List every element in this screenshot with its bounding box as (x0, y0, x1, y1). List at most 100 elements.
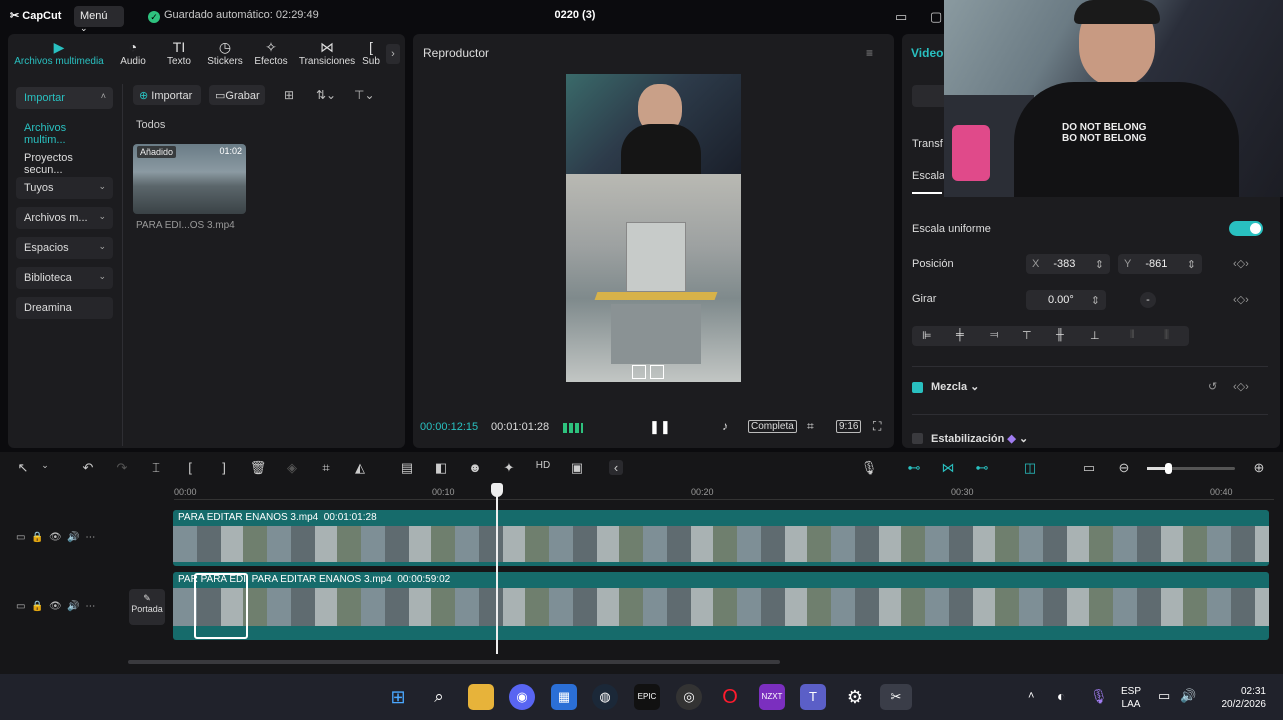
chevron-down-icon[interactable]: ⌄ (36, 460, 54, 471)
discord-icon[interactable]: ◉ (509, 684, 535, 710)
selected-clip-outline[interactable] (194, 573, 248, 639)
preview-axis-icon[interactable]: ◫ (1021, 460, 1039, 476)
aspect-button[interactable]: 9:16 (836, 420, 862, 433)
store-icon[interactable]: ▦ (551, 684, 577, 710)
more-icon[interactable]: ⋯ (85, 532, 95, 543)
grid-view-icon[interactable]: ⊞ (284, 88, 294, 102)
snap-icon[interactable]: ⊷ (973, 460, 991, 476)
tab-subtitles[interactable]: [Sub (360, 38, 382, 67)
teams-icon[interactable]: T (800, 684, 826, 710)
tab-media[interactable]: ▶ Archivos multimedia (8, 38, 110, 67)
speaker-icon[interactable]: 🔊 (67, 532, 79, 543)
sidebar-item-files[interactable]: Archivos m... ⌄ (16, 207, 113, 229)
volume-icon[interactable]: 🔊 (1180, 688, 1196, 704)
pause-icon[interactable]: ❚❚ (649, 419, 671, 435)
trim-left-icon[interactable]: [ (181, 460, 199, 475)
chevron-right-icon[interactable]: › (386, 44, 400, 64)
align-center-v-icon[interactable]: ╫ (1056, 329, 1064, 341)
clock[interactable]: 02:31 20/2/2026 (1212, 685, 1267, 711)
caption-icon[interactable]: ▭ (1080, 460, 1098, 476)
shield-icon[interactable]: ◈ (283, 460, 301, 476)
rotate-dial-icon[interactable]: - (1140, 292, 1156, 308)
align-right-icon[interactable]: ⫤ (990, 329, 998, 342)
person-icon[interactable]: ☻ (466, 460, 484, 475)
blend-label[interactable]: Mezcla ⌄ (931, 380, 979, 393)
layout-icon[interactable]: ▭ (895, 9, 907, 25)
timeline-clip-1[interactable]: PARA EDITAR ENANOS 3.mp4 00:01:01:28 (173, 510, 1269, 566)
eye-icon[interactable]: 👁 (49, 601, 62, 612)
sidebar-item-media-files[interactable]: Archivos multim... (16, 117, 113, 146)
redo-icon[interactable]: ↷ (113, 460, 131, 476)
freeze-icon[interactable]: ▤ (398, 460, 416, 476)
hamburger-icon[interactable]: ≡ (866, 46, 873, 60)
split-icon[interactable]: ⌶ (147, 460, 165, 476)
timeline-scrollbar[interactable] (128, 660, 780, 664)
hd-icon[interactable]: HD (534, 460, 552, 471)
tab-stickers[interactable]: ◷ Stickers (202, 38, 248, 67)
track-icon[interactable]: ▭ (16, 532, 25, 543)
tiktok-icon[interactable]: ♪ (722, 419, 728, 433)
tab-transitions[interactable]: ⋈ Transiciones (296, 38, 358, 67)
sidebar-item-yours[interactable]: Tuyos ⌄ (16, 177, 113, 199)
ratio-button[interactable]: Completa (748, 420, 797, 433)
zoom-in-icon[interactable]: ⊕ (1250, 460, 1268, 476)
tray-app-icon[interactable]: ◐ (1057, 688, 1065, 704)
distribute-v-icon[interactable]: ⫼ (1164, 329, 1169, 342)
stabilize-label[interactable]: Estabilización ◆ ⌄ (931, 432, 1028, 445)
zoom-out-icon[interactable]: ⊖ (1115, 460, 1133, 476)
microphone-icon[interactable]: 🎙 (1090, 688, 1108, 705)
filter-icon[interactable]: ⊤⌄ (354, 88, 375, 102)
more-icon[interactable]: ⋯ (85, 601, 95, 612)
position-y-field[interactable]: Y -861 ⇕ (1118, 254, 1202, 274)
tab-video[interactable]: Video (911, 46, 943, 60)
playhead-handle[interactable] (491, 483, 503, 497)
timeline-clip-2[interactable]: PAR PARA EDI PARA EDITAR ENANOS 3.mp4 00… (173, 572, 1269, 640)
search-icon[interactable]: ⌕ (426, 684, 452, 710)
align-top-icon[interactable]: ⊤ (1022, 329, 1032, 342)
chrome-icon[interactable]: ◎ (676, 684, 702, 710)
lock-icon[interactable]: 🔒 (31, 532, 43, 543)
menu-button[interactable]: Menú ⌄ (74, 6, 124, 33)
chevron-up-icon[interactable]: ˄ (1028, 690, 1034, 702)
blend-checkbox[interactable] (912, 382, 923, 393)
magic-icon[interactable]: ✦ (500, 460, 518, 476)
epic-games-icon[interactable]: EPIC (634, 684, 660, 710)
magnet-icon[interactable]: ⋈ (939, 460, 957, 476)
windows-start-icon[interactable]: ⊞ (385, 684, 411, 710)
track-icon[interactable]: ▭ (16, 601, 25, 612)
rotate-field[interactable]: 0.00° ⇕ (1026, 290, 1106, 310)
file-explorer-icon[interactable] (468, 684, 494, 710)
import-button[interactable]: ⊕ Importar (133, 85, 201, 105)
video-preview[interactable] (566, 74, 741, 382)
opera-icon[interactable]: O (717, 684, 743, 710)
sidebar-item-secondary-projects[interactable]: Proyectos secun... (16, 147, 113, 176)
speaker-icon[interactable]: 🔊 (67, 601, 79, 612)
align-center-h-icon[interactable]: ╪ (956, 329, 964, 341)
sidebar-item-spaces[interactable]: Espacios ⌄ (16, 237, 113, 259)
settings-gear-icon[interactable]: ⚙ (842, 684, 868, 710)
microphone-icon[interactable]: 🎙 (860, 460, 878, 476)
chevron-left-icon[interactable]: ‹ (609, 460, 623, 475)
nzxt-icon[interactable]: NZXT (759, 684, 785, 710)
network-icon[interactable]: ▭ (1158, 688, 1170, 704)
window-icon[interactable]: ▢ (930, 9, 942, 25)
uniform-scale-toggle[interactable] (1229, 221, 1263, 236)
link-icon[interactable]: ⊷ (905, 460, 923, 476)
sub-tab-basic[interactable] (912, 85, 948, 107)
delete-icon[interactable]: 🗑 (249, 460, 267, 476)
playhead[interactable] (496, 484, 498, 654)
position-x-field[interactable]: X -383 ⇕ (1026, 254, 1110, 274)
tab-text[interactable]: TI Texto (156, 38, 202, 67)
trim-right-icon[interactable]: ] (215, 460, 233, 475)
tab-effects[interactable]: ✧ Efectos (248, 38, 294, 67)
sidebar-item-library[interactable]: Biblioteca ⌄ (16, 267, 113, 289)
sidebar-item-dreamina[interactable]: Dreamina (16, 297, 113, 319)
lock-icon[interactable]: 🔒 (31, 601, 43, 612)
mirror-icon[interactable]: ◧ (432, 460, 450, 476)
record-button[interactable]: ▭Grabar (209, 85, 265, 105)
undo-icon[interactable]: ↶ (79, 460, 97, 476)
keyframe-icon[interactable]: ‹◇› (1233, 257, 1249, 270)
align-left-icon[interactable]: ⊫ (922, 329, 932, 342)
sidebar-item-import[interactable]: Importar ˄ (16, 87, 113, 109)
media-thumbnail[interactable]: Añadido 01:02 (133, 144, 246, 214)
